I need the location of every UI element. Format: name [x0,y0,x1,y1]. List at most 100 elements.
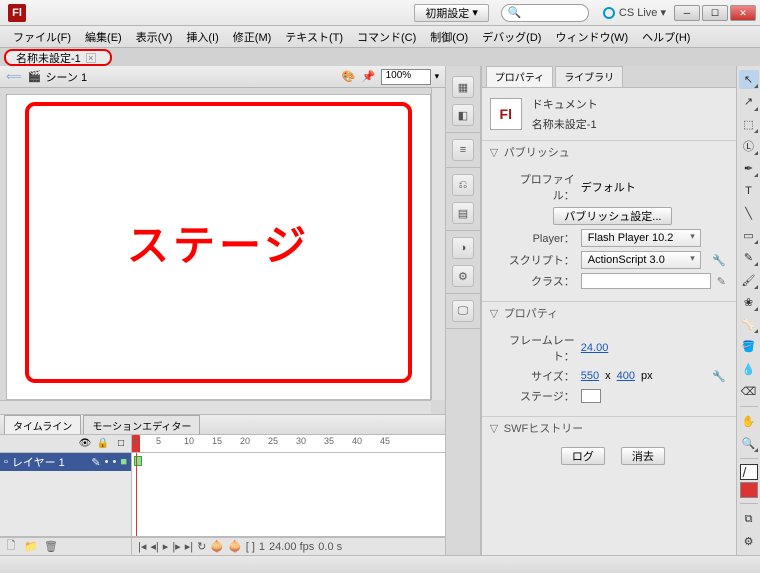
eyedropper-tool[interactable]: 💧 [739,359,759,378]
stage-color-swatch[interactable] [581,389,601,403]
hand-tool[interactable]: ✋ [739,412,759,431]
clear-button[interactable]: 消去 [621,447,665,465]
rewind-icon[interactable]: |◂ [138,540,146,553]
scene-name[interactable]: シーン 1 [45,69,87,85]
edit-scene-icon[interactable]: 🎨 [341,69,357,85]
stroke-color-swatch[interactable] [740,464,758,480]
wrench-icon[interactable]: 🔧 [712,254,726,267]
menu-insert[interactable]: 挿入(I) [179,27,225,47]
close-button[interactable]: ✕ [730,5,756,21]
onion-edit-icon[interactable]: [ ] [246,541,255,553]
zoom-dropdown-icon[interactable]: ▾ [435,71,440,82]
panel-icon[interactable]: ⚙ [452,265,474,287]
paint-bucket-tool[interactable]: 🪣 [739,337,759,356]
bone-tool[interactable]: 🦴 [739,315,759,334]
eraser-tool[interactable]: ⌫ [739,382,759,401]
panel-icon[interactable]: ▤ [452,202,474,224]
new-folder-icon[interactable]: 📁 [24,540,38,554]
tab-timeline[interactable]: タイムライン [4,415,81,435]
subselection-tool[interactable]: ↗ [739,92,759,111]
panel-icon[interactable]: 🖵 [452,300,474,322]
timeline-ruler[interactable]: 1 5 10 15 20 25 30 35 40 45 [132,435,445,452]
stage-hscrollbar[interactable] [0,400,431,414]
stage-vscrollbar[interactable] [431,88,445,400]
player-select[interactable]: Flash Player 10.2 [581,229,701,247]
document-tab-close[interactable]: × [86,53,96,63]
size-width[interactable]: 550 [581,370,599,382]
line-tool[interactable]: ╲ [739,204,759,223]
frame-area[interactable] [132,453,445,536]
minimize-button[interactable]: ─ [674,5,700,21]
script-label: スクリプト： [500,252,575,268]
onion-icon[interactable]: 🧅 [210,540,224,553]
fill-color-swatch[interactable] [740,482,758,498]
panel-icon[interactable]: ◑ [452,237,474,259]
visibility-icon[interactable]: 👁 [79,438,91,450]
layout-dropdown[interactable]: 初期設定 ▾ [414,4,489,22]
menu-help[interactable]: ヘルプ(H) [635,27,697,47]
panel-icon[interactable]: ⎌ [452,174,474,196]
publish-settings-button[interactable]: パブリッシュ設定... [553,207,672,225]
menu-file[interactable]: ファイル(F) [6,27,78,47]
pen-tool[interactable]: ✒ [739,159,759,178]
lasso-tool[interactable]: Ⓛ [739,137,759,156]
selection-tool[interactable]: ↖ [739,70,759,89]
back-icon[interactable]: ⟸ [6,70,22,83]
wrench-icon[interactable]: 🔧 [712,370,726,383]
panel-icon[interactable]: ≡ [452,139,474,161]
zoom-tool[interactable]: 🔍 [739,434,759,453]
layout-label: 初期設定 [425,5,469,21]
current-frame-value: 1 [259,541,265,553]
section-properties-header[interactable]: ▽プロパティ [482,302,736,324]
script-select[interactable]: ActionScript 3.0 [581,251,701,269]
ffwd-icon[interactable]: ▸| [185,540,193,553]
text-tool[interactable]: T [739,181,759,200]
loop-icon[interactable]: ↻ [197,540,206,553]
menu-control[interactable]: 制御(O) [423,27,475,47]
menu-text[interactable]: テキスト(T) [278,27,350,47]
section-swf-header[interactable]: ▽SWFヒストリー [482,417,736,439]
rectangle-tool[interactable]: ▭ [739,226,759,245]
square-icon: ■ [120,456,127,469]
panel-icon[interactable]: ▦ [452,76,474,98]
deco-tool[interactable]: ❀ [739,293,759,312]
tab-motion-editor[interactable]: モーションエディター [83,415,200,435]
class-input[interactable] [581,273,711,289]
zoom-field[interactable]: 100% [381,69,431,85]
menu-debug[interactable]: デバッグ(D) [475,27,548,47]
free-transform-tool[interactable]: ⬚ [739,115,759,134]
menu-view[interactable]: 表示(V) [129,27,180,47]
fps-value[interactable]: 24.00 [581,342,609,354]
snap-tool[interactable]: ⧉ [739,509,759,528]
edit-symbol-icon[interactable]: 📌 [361,69,377,85]
step-fwd-icon[interactable]: |▸ [172,540,180,553]
tab-properties[interactable]: プロパティ [486,66,553,87]
brush-tool[interactable]: 🖌 [739,270,759,289]
menu-command[interactable]: コマンド(C) [350,27,423,47]
play-icon[interactable]: ▸ [163,540,169,553]
delete-layer-icon[interactable]: 🗑 [44,540,58,554]
section-publish-header[interactable]: ▽パブリッシュ [482,141,736,163]
pencil-icon[interactable]: ✎ [717,275,726,288]
cslive-button[interactable]: CS Live ▾ [597,6,672,19]
lock-icon[interactable]: 🔒 [97,438,109,450]
document-tab[interactable]: 名称未設定-1 × [4,49,112,66]
maximize-button[interactable]: ☐ [702,5,728,21]
options-tool[interactable]: ⚙ [739,532,759,551]
search-input[interactable]: 🔍 [501,4,589,22]
stage-canvas[interactable]: ステージ [6,94,431,400]
outline-icon[interactable]: □ [115,438,127,450]
menu-edit[interactable]: 編集(E) [78,27,129,47]
layer-row[interactable]: ▫ レイヤー 1 ✎ • • ■ [0,453,131,471]
size-height[interactable]: 400 [617,370,635,382]
step-back-icon[interactable]: ◂| [150,540,158,553]
elapsed-value: 0.0 s [318,541,342,553]
log-button[interactable]: ログ [561,447,605,465]
new-layer-icon[interactable]: 🗋 [4,540,18,554]
pencil-tool[interactable]: ✎ [739,248,759,267]
tab-library[interactable]: ライブラリ [555,66,623,87]
menu-window[interactable]: ウィンドウ(W) [548,27,635,47]
menu-modify[interactable]: 修正(M) [226,27,279,47]
panel-icon[interactable]: ◧ [452,104,474,126]
onion-outline-icon[interactable]: 🧅 [228,540,242,553]
